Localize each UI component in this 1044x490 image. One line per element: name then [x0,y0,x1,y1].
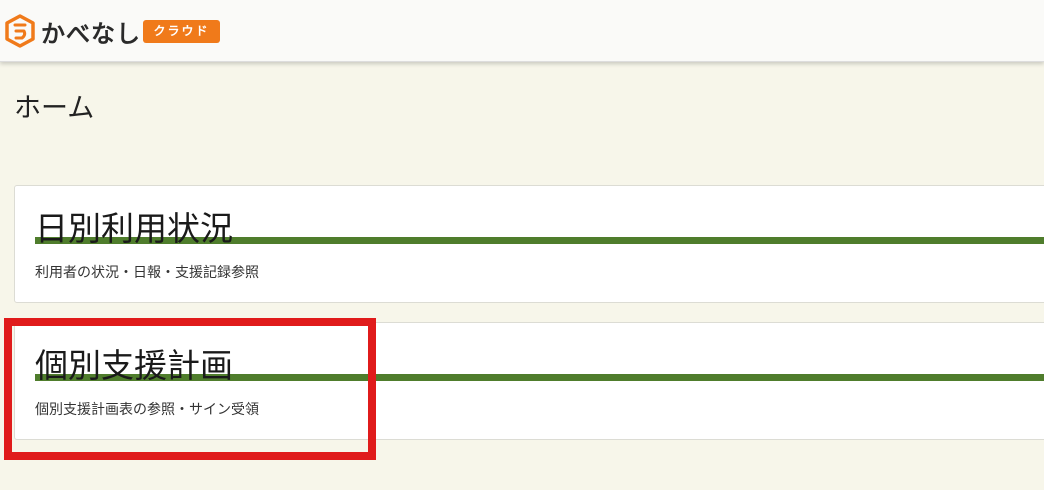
app-header: かべなし クラウド [0,0,1044,62]
page-title: ホーム [14,93,95,124]
cloud-badge: クラウド [143,20,220,43]
menu-card-daily-usage[interactable]: 日別利用状況 利用者の状況・日報・支援記録参照 [14,185,1044,303]
app-name[interactable]: かべなし [41,14,141,49]
app-logo-icon[interactable] [4,14,36,48]
menu-card-title[interactable]: 日別利用状況 [35,202,233,250]
menu-card-description: 利用者の状況・日報・支援記録参照 [35,265,259,281]
highlight-box [4,318,376,460]
